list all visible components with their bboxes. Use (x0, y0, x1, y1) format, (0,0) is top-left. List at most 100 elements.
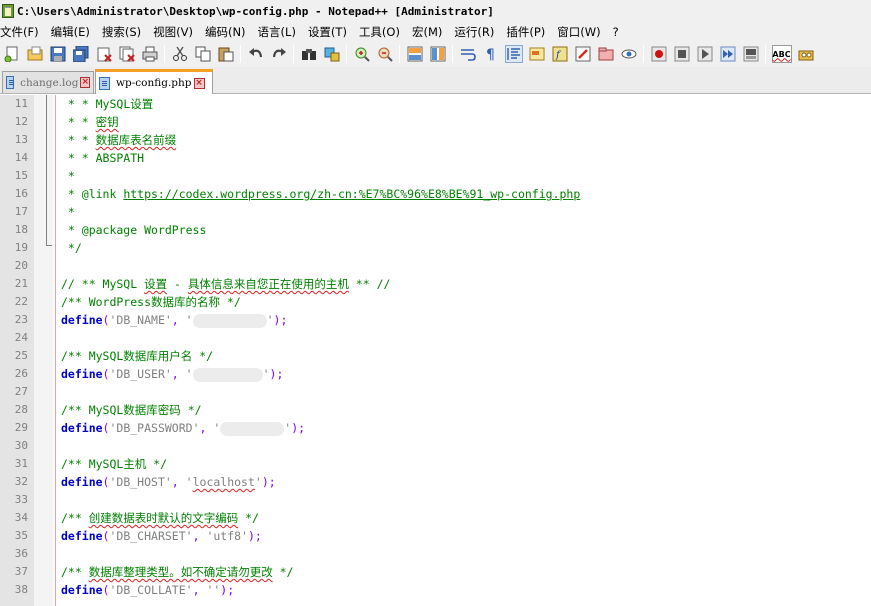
spellcheck-icon[interactable]: ABC (771, 45, 792, 63)
folder-workspace-icon[interactable] (574, 45, 592, 63)
line-number: 14 (14, 151, 28, 164)
code-line[interactable]: 31 /** MySQL主机 */ (0, 455, 871, 473)
code-token: 'DB_USER' (109, 367, 172, 381)
toolbar-separator (240, 45, 241, 63)
plugin-icon[interactable] (797, 45, 815, 63)
code-editor[interactable]: 11 * * MySQL设置 12 * * 密钥 13 * * 数据库表名前缀 14 … (0, 95, 871, 606)
menu-window[interactable]: 窗口(W) (557, 24, 604, 40)
close-all-icon[interactable] (118, 45, 136, 63)
code-line[interactable]: 23 define('DB_NAME', ' '); (0, 311, 871, 329)
tab-label: change.log (20, 76, 79, 89)
stop-icon[interactable] (673, 45, 691, 63)
code-line[interactable]: 27 (0, 383, 871, 401)
code-line[interactable]: 37 /** 数据库整理类型。如不确定请勿更改 */ (0, 563, 871, 581)
play-icon[interactable] (696, 45, 714, 63)
code-line[interactable]: 12 * * 密钥 (0, 113, 871, 131)
zoom-in-icon[interactable] (353, 45, 371, 63)
code-token: * * (61, 133, 96, 147)
code-token: // ** MySQL (61, 277, 145, 291)
function-list-icon[interactable]: f (551, 45, 569, 63)
code-token: https://codex.wordpress.org/zh-cn:%E7%BC… (123, 187, 581, 201)
record-icon[interactable] (650, 45, 668, 63)
menu-language[interactable]: 语言(L) (258, 24, 300, 40)
code-line[interactable]: 20 (0, 257, 871, 275)
menu-macro[interactable]: 宏(M) (412, 24, 446, 40)
doc-map-icon[interactable] (528, 45, 546, 63)
menu-encoding[interactable]: 编码(N) (205, 24, 250, 40)
toolbar-separator (346, 45, 347, 63)
copy-icon[interactable] (194, 45, 212, 63)
sync-v-icon[interactable] (406, 45, 424, 63)
code-line[interactable]: 15 * (0, 167, 871, 185)
save-all-icon[interactable] (72, 45, 90, 63)
zoom-out-icon[interactable] (376, 45, 394, 63)
sync-h-icon[interactable] (429, 45, 447, 63)
wrap-icon[interactable] (459, 45, 477, 63)
code-line[interactable]: 13 * * 数据库表名前缀 (0, 131, 871, 149)
print-icon[interactable] (141, 45, 159, 63)
menu-help[interactable]: ? (613, 25, 623, 39)
save-icon[interactable] (49, 45, 67, 63)
code-line[interactable]: 34 /** 创建数据表时默认的文字编码 */ (0, 509, 871, 527)
menu-file[interactable]: 文件(F) (0, 24, 43, 40)
code-line[interactable]: 24 (0, 329, 871, 347)
code-text: define('DB_NAME', ' '); (61, 311, 287, 329)
line-number: 20 (14, 259, 28, 272)
redo-icon[interactable] (270, 45, 288, 63)
code-line[interactable]: 33 (0, 491, 871, 509)
code-line[interactable]: 21 // ** MySQL 设置 - 具体信息来自您正在使用的主机 ** // (0, 275, 871, 293)
code-line[interactable]: 16 * @link https://codex.wordpress.org/z… (0, 185, 871, 203)
code-line[interactable]: 22 /** WordPress数据库的名称 */ (0, 293, 871, 311)
cut-icon[interactable] (171, 45, 189, 63)
code-line[interactable]: 29 define('DB_PASSWORD', ' '); (0, 419, 871, 437)
code-line[interactable]: 28 /** MySQL数据库密码 */ (0, 401, 871, 419)
tab-change-log[interactable]: change.log × (2, 71, 94, 93)
find-icon[interactable] (300, 45, 318, 63)
show-all-chars-icon[interactable]: ¶ (482, 45, 500, 63)
code-token: 密钥 (95, 115, 119, 129)
play-multiple-icon[interactable] (719, 45, 737, 63)
code-line[interactable]: 36 (0, 545, 871, 563)
code-token: - (167, 277, 188, 291)
tab-wp-config[interactable]: wp-config.php × (95, 69, 213, 94)
code-line[interactable]: 30 (0, 437, 871, 455)
code-line[interactable]: 32 define('DB_HOST', 'localhost'); (0, 473, 871, 491)
code-text: * * 密钥 (61, 113, 119, 131)
save-macro-icon[interactable] (742, 45, 760, 63)
code-line[interactable]: 17 * (0, 203, 871, 221)
code-line[interactable]: 35 define('DB_CHARSET', 'utf8'); (0, 527, 871, 545)
menu-plugins[interactable]: 插件(P) (506, 24, 549, 40)
code-line[interactable]: 25 /** MySQL数据库用户名 */ (0, 347, 871, 365)
monitor-icon[interactable] (597, 45, 615, 63)
code-text: define('DB_HOST', 'localhost'); (61, 473, 276, 491)
code-token: * * ABSPATH (61, 151, 145, 165)
notepadpp-app-icon (2, 4, 14, 18)
code-text: * * 数据库表名前缀 (61, 131, 176, 149)
code-text: /** 创建数据表时默认的文字编码 */ (61, 509, 259, 527)
code-token: , (171, 475, 186, 489)
code-line[interactable]: 11 * * MySQL设置 (0, 95, 871, 113)
code-line[interactable]: 18 * @package WordPress (0, 221, 871, 239)
close-tab-icon[interactable]: × (80, 77, 90, 88)
menu-settings[interactable]: 设置(T) (308, 24, 351, 40)
new-file-icon[interactable] (3, 45, 21, 63)
menu-search[interactable]: 搜索(S) (102, 24, 145, 40)
code-line[interactable]: 26 define('DB_USER', ' '); (0, 365, 871, 383)
paste-icon[interactable] (217, 45, 235, 63)
close-tab-icon[interactable]: × (193, 77, 205, 89)
replace-icon[interactable] (323, 45, 341, 63)
indent-guide-icon[interactable] (504, 45, 523, 63)
menu-tools[interactable]: 工具(O) (359, 24, 404, 40)
code-token: , (192, 583, 207, 597)
menu-run[interactable]: 运行(R) (454, 24, 498, 40)
toolbar-separator (164, 45, 165, 63)
code-line[interactable]: 38 define('DB_COLLATE', ''); (0, 581, 871, 599)
code-line[interactable]: 19 */ (0, 239, 871, 257)
open-file-icon[interactable] (26, 45, 44, 63)
menu-edit[interactable]: 编辑(E) (51, 24, 94, 40)
close-icon[interactable] (95, 45, 113, 63)
eye-icon[interactable] (620, 45, 638, 63)
undo-icon[interactable] (247, 45, 265, 63)
menu-view[interactable]: 视图(V) (153, 24, 197, 40)
code-line[interactable]: 14 * * ABSPATH (0, 149, 871, 167)
